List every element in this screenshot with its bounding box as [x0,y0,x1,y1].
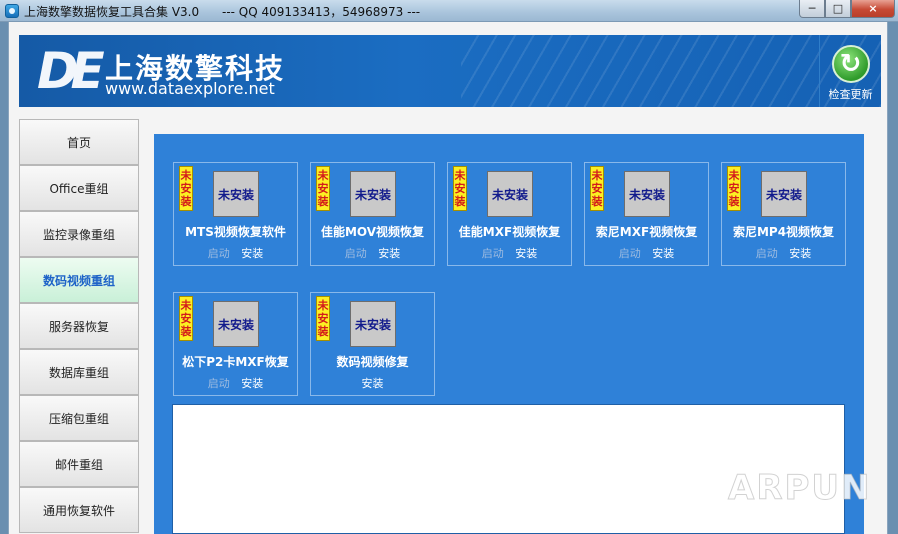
badge-char: 装 [180,325,192,338]
badge-char: 未 [591,169,603,182]
tool-actions: 启动 安装 [585,245,708,261]
tool-card[interactable]: 未 安 装 未安装 佳能MXF视频恢复 启动 安装 [447,162,572,266]
tool-actions: 启动 安装 [174,375,297,391]
maximize-button[interactable]: □ [825,0,851,18]
sidebar-item-archive[interactable]: 压缩包重组 [19,395,139,441]
not-installed-badge: 未 安 装 [179,166,193,211]
company-logo: DE [37,42,105,100]
launch-link[interactable]: 启动 [345,247,367,260]
install-link[interactable]: 安装 [652,247,674,260]
launch-link[interactable]: 启动 [208,377,230,390]
tool-name: 索尼MP4视频恢复 [732,225,835,239]
badge-char: 装 [317,195,329,208]
badge-char: 装 [728,195,740,208]
tool-actions: 安装 [311,375,434,391]
badge-char: 未 [728,169,740,182]
tool-name: 佳能MXF视频恢复 [458,225,561,239]
refresh-icon [831,45,870,83]
title-bar: 上海数擎数据恢复工具合集 V3.0 --- QQ 409133413，54968… [0,0,898,22]
badge-char: 未 [317,169,329,182]
not-installed-badge: 未 安 装 [453,166,467,211]
not-installed-badge: 未 安 装 [590,166,604,211]
check-update-label: 检查更新 [828,88,873,101]
badge-char: 安 [728,182,740,195]
tool-card[interactable]: 未 安 装 未安装 索尼MXF视频恢复 启动 安装 [584,162,709,266]
badge-char: 装 [591,195,603,208]
launch-link[interactable]: 启动 [208,247,230,260]
tool-card[interactable]: 未 安 装 未安装 松下P2卡MXF恢复 启动 安装 [173,292,298,396]
watermark: ARPUN [727,468,872,509]
company-url: www.dataexplore.net [105,79,275,98]
not-installed-badge: 未 安 装 [179,296,193,341]
tool-icon[interactable]: 未安装 [213,301,259,347]
install-link[interactable]: 安装 [515,247,537,260]
tool-actions: 启动 安装 [722,245,845,261]
tool-card[interactable]: 未 安 装 未安装 数码视频修复 安装 [310,292,435,396]
badge-char: 未 [317,299,329,312]
close-button[interactable]: × [851,0,895,18]
tool-name: 佳能MOV视频恢复 [320,225,425,239]
badge-char: 安 [180,182,192,195]
install-link[interactable]: 安装 [362,377,384,390]
badge-char: 未 [180,299,192,312]
tool-icon[interactable]: 未安装 [350,171,396,217]
tool-name: 松下P2卡MXF恢复 [182,355,289,369]
minimize-button[interactable]: ─ [799,0,825,18]
sidebar-item-server[interactable]: 服务器恢复 [19,303,139,349]
tool-card[interactable]: 未 安 装 未安装 佳能MOV视频恢复 启动 安装 [310,162,435,266]
sidebar-item-email[interactable]: 邮件重组 [19,441,139,487]
window-title: 上海数擎数据恢复工具合集 V3.0 --- QQ 409133413，54968… [24,5,421,19]
badge-char: 未 [180,169,192,182]
tool-name: MTS视频恢复软件 [185,225,286,239]
badge-char: 装 [454,195,466,208]
badge-char: 安 [317,182,329,195]
tool-icon[interactable]: 未安装 [761,171,807,217]
tool-card[interactable]: 未 安 装 未安装 MTS视频恢复软件 启动 安装 [173,162,298,266]
tool-icon[interactable]: 未安装 [213,171,259,217]
banner-decoration [461,35,881,107]
install-link[interactable]: 安装 [241,377,263,390]
tool-actions: 启动 安装 [311,245,434,261]
tool-actions: 启动 安装 [448,245,571,261]
install-link[interactable]: 安装 [241,247,263,260]
badge-char: 装 [180,195,192,208]
launch-link[interactable]: 启动 [619,247,641,260]
app-window: DE 上海数擎科技 www.dataexplore.net 检查更新 首页 Of… [8,22,888,534]
sidebar-item-office[interactable]: Office重组 [19,165,139,211]
install-link[interactable]: 安装 [789,247,811,260]
sidebar-item-database[interactable]: 数据库重组 [19,349,139,395]
badge-char: 安 [454,182,466,195]
header-banner: DE 上海数擎科技 www.dataexplore.net 检查更新 [19,35,881,107]
tool-name: 索尼MXF视频恢复 [595,225,698,239]
launch-link[interactable]: 启动 [756,247,778,260]
tool-actions: 启动 安装 [174,245,297,261]
category-sidebar: 首页 Office重组 监控录像重组 数码视频重组 服务器恢复 数据库重组 压缩… [19,119,139,534]
tool-card[interactable]: 未 安 装 未安装 索尼MP4视频恢复 启动 安装 [721,162,846,266]
install-link[interactable]: 安装 [378,247,400,260]
tool-icon[interactable]: 未安装 [487,171,533,217]
not-installed-badge: 未 安 装 [316,296,330,341]
window-controls: ─ □ × [799,0,895,19]
not-installed-badge: 未 安 装 [727,166,741,211]
badge-char: 装 [317,325,329,338]
badge-char: 安 [317,312,329,325]
badge-char: 安 [180,312,192,325]
sidebar-item-general[interactable]: 通用恢复软件 [19,487,139,533]
badge-char: 安 [591,182,603,195]
tool-icon[interactable]: 未安装 [624,171,670,217]
app-icon [5,4,19,18]
not-installed-badge: 未 安 装 [316,166,330,211]
sidebar-item-digital-video[interactable]: 数码视频重组 [19,257,139,303]
tool-name: 数码视频修复 [336,355,409,369]
badge-char: 未 [454,169,466,182]
sidebar-item-surveillance[interactable]: 监控录像重组 [19,211,139,257]
sidebar-item-home[interactable]: 首页 [19,119,139,165]
launch-link[interactable]: 启动 [482,247,504,260]
tool-icon[interactable]: 未安装 [350,301,396,347]
check-update-button[interactable]: 检查更新 [819,35,881,107]
